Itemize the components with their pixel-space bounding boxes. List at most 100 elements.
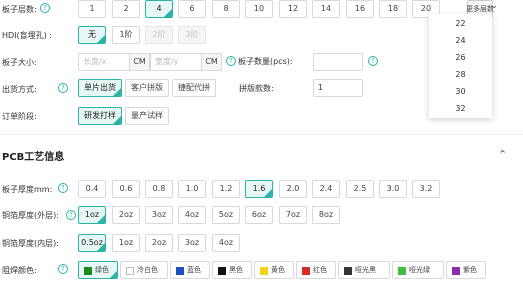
width-input[interactable]: 宽度/y <box>150 53 202 71</box>
section-title: PCB工艺信息 <box>2 152 65 163</box>
color-swatch <box>218 267 226 275</box>
shipping-option[interactable]: 单片出货 <box>78 79 122 97</box>
order-stage-option[interactable]: 量产试样 <box>125 107 169 125</box>
thickness-option[interactable]: 1.2 <box>212 180 240 198</box>
chevron-down-icon: ⌄ <box>490 1 498 11</box>
color-label: 黄色 <box>271 266 285 274</box>
layer-option[interactable]: 16 <box>346 0 374 18</box>
inner-copper-option[interactable]: 2oz <box>145 234 173 252</box>
color-label: 绿色 <box>95 266 109 274</box>
layer-option[interactable]: 8 <box>212 0 240 18</box>
solder-mask-color-option[interactable]: 哑光绿 <box>392 261 444 279</box>
more-layers-option[interactable]: 26 <box>429 50 492 66</box>
panel-count-label: 拼版款数: <box>239 84 274 93</box>
outer-copper-option[interactable]: 1oz <box>78 206 106 224</box>
outer-copper-label: 铜箔厚度(外层): <box>2 211 59 220</box>
thickness-label: 板子厚度mm: <box>2 185 53 194</box>
more-layers-option[interactable]: 30 <box>429 84 492 100</box>
color-swatch <box>302 267 310 275</box>
color-swatch <box>344 267 352 275</box>
help-icon[interactable]: ? <box>58 264 68 274</box>
thickness-option[interactable]: 2.5 <box>346 180 374 198</box>
thickness-option[interactable]: 2.0 <box>279 180 307 198</box>
outer-copper-option[interactable]: 8oz <box>312 206 340 224</box>
layer-option[interactable]: 14 <box>312 0 340 18</box>
color-swatch <box>126 267 134 275</box>
layer-option[interactable]: 6 <box>178 0 206 18</box>
layer-option[interactable]: 18 <box>379 0 407 18</box>
thickness-option[interactable]: 1.0 <box>178 180 206 198</box>
size-label: 板子大小: <box>2 58 37 67</box>
outer-copper-option[interactable]: 7oz <box>279 206 307 224</box>
color-label: 黑色 <box>229 266 243 274</box>
shipping-option[interactable]: 客户拼版 <box>125 79 169 97</box>
solder-mask-color-option[interactable]: 红色 <box>296 261 336 279</box>
color-swatch <box>398 267 406 275</box>
color-swatch <box>84 267 92 275</box>
help-icon[interactable]: ? <box>40 3 50 13</box>
width-unit: CM <box>201 53 222 71</box>
thickness-option[interactable]: 1.6 <box>245 180 273 198</box>
length-input[interactable]: 长度/x <box>78 53 130 71</box>
thickness-option[interactable]: 3.0 <box>379 180 407 198</box>
inner-copper-option[interactable]: 4oz <box>212 234 240 252</box>
layer-option[interactable]: 1 <box>78 0 106 18</box>
help-icon[interactable]: ? <box>368 56 378 66</box>
layer-option[interactable]: 10 <box>245 0 273 18</box>
color-label: 哑光绿 <box>409 266 430 274</box>
hdi-option[interactable]: 无 <box>78 26 106 44</box>
order-stage-option[interactable]: 研发打样 <box>78 107 122 125</box>
help-icon[interactable]: ? <box>66 210 76 220</box>
thickness-option[interactable]: 0.4 <box>78 180 106 198</box>
help-icon[interactable]: ? <box>58 83 68 93</box>
shipping-option[interactable]: 捷配代拼 <box>172 79 216 97</box>
help-icon[interactable]: ? <box>58 183 68 193</box>
solder-mask-color-option[interactable]: 蓝色 <box>170 261 210 279</box>
solder-mask-color-option[interactable]: 紫色 <box>446 261 486 279</box>
color-swatch <box>176 267 184 275</box>
layer-option[interactable]: 4 <box>145 0 173 18</box>
solder-mask-color-option[interactable]: 黑色 <box>212 261 252 279</box>
more-layers-option[interactable]: 24 <box>429 33 492 49</box>
color-swatch <box>260 267 268 275</box>
color-label: 红色 <box>313 266 327 274</box>
more-layers-option[interactable]: 28 <box>429 67 492 83</box>
outer-copper-option[interactable]: 2oz <box>112 206 140 224</box>
thickness-option[interactable]: 2.4 <box>312 180 340 198</box>
solder-mask-label: 阻焊颜色: <box>2 266 37 275</box>
quantity-label: 板子数量(pcs): <box>238 57 293 66</box>
inner-copper-option[interactable]: 3oz <box>178 234 206 252</box>
solder-mask-color-option[interactable]: 黄色 <box>254 261 294 279</box>
inner-copper-option[interactable]: 0.5oz <box>78 234 106 252</box>
panel-count-input[interactable]: 1 <box>313 79 363 97</box>
outer-copper-option[interactable]: 5oz <box>212 206 240 224</box>
quantity-input[interactable] <box>313 53 363 71</box>
more-layers-option[interactable]: 22 <box>429 16 492 32</box>
hdi-option[interactable]: 2阶 <box>145 26 173 44</box>
layer-option[interactable]: 12 <box>279 0 307 18</box>
thickness-option[interactable]: 3.2 <box>412 180 440 198</box>
thickness-option[interactable]: 0.8 <box>145 180 173 198</box>
order-stage-label: 订单阶段: <box>2 112 37 121</box>
hdi-label: HDI(盲埋孔) : <box>2 31 53 40</box>
hdi-option[interactable]: 3阶 <box>178 26 206 44</box>
inner-copper-option[interactable]: 1oz <box>112 234 140 252</box>
collapse-icon[interactable]: ⌃ <box>498 148 507 161</box>
length-unit: CM <box>129 53 150 71</box>
outer-copper-option[interactable]: 3oz <box>145 206 173 224</box>
color-swatch <box>452 267 460 275</box>
more-layers-option[interactable]: 32 <box>429 101 492 117</box>
outer-copper-option[interactable]: 6oz <box>245 206 273 224</box>
more-layers-dropdown: 22 24 26 28 30 32 <box>429 14 492 118</box>
solder-mask-color-option[interactable]: 绿色 <box>78 261 118 279</box>
solder-mask-color-option[interactable]: 冷白色 <box>120 261 168 279</box>
solder-mask-color-option[interactable]: 哑光黑 <box>338 261 390 279</box>
color-label: 哑光黑 <box>355 266 376 274</box>
hdi-option[interactable]: 1阶 <box>112 26 140 44</box>
shipping-label: 出货方式: <box>2 85 37 94</box>
outer-copper-option[interactable]: 4oz <box>178 206 206 224</box>
layer-option[interactable]: 2 <box>112 0 140 18</box>
thickness-option[interactable]: 0.6 <box>112 180 140 198</box>
inner-copper-label: 铜箔厚度(内层): <box>2 239 59 248</box>
help-icon[interactable]: ? <box>226 56 236 66</box>
